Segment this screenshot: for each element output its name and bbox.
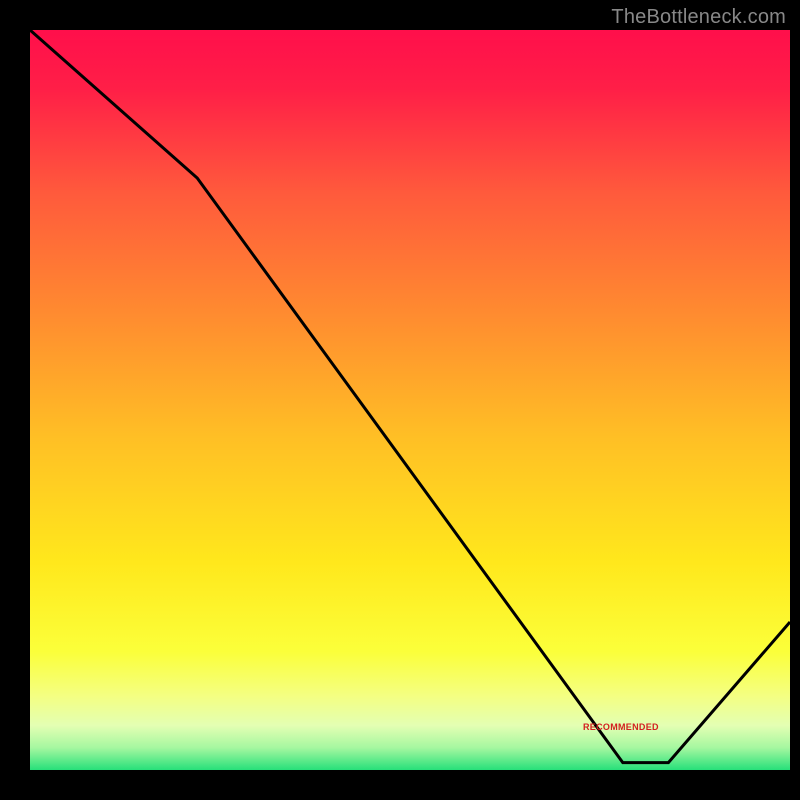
bottleneck-chart [30, 30, 790, 770]
branding-label: TheBottleneck.com [611, 6, 786, 29]
chart-svg [30, 30, 790, 770]
chart-background [30, 30, 790, 770]
recommended-label: RECOMMENDED [583, 722, 659, 732]
